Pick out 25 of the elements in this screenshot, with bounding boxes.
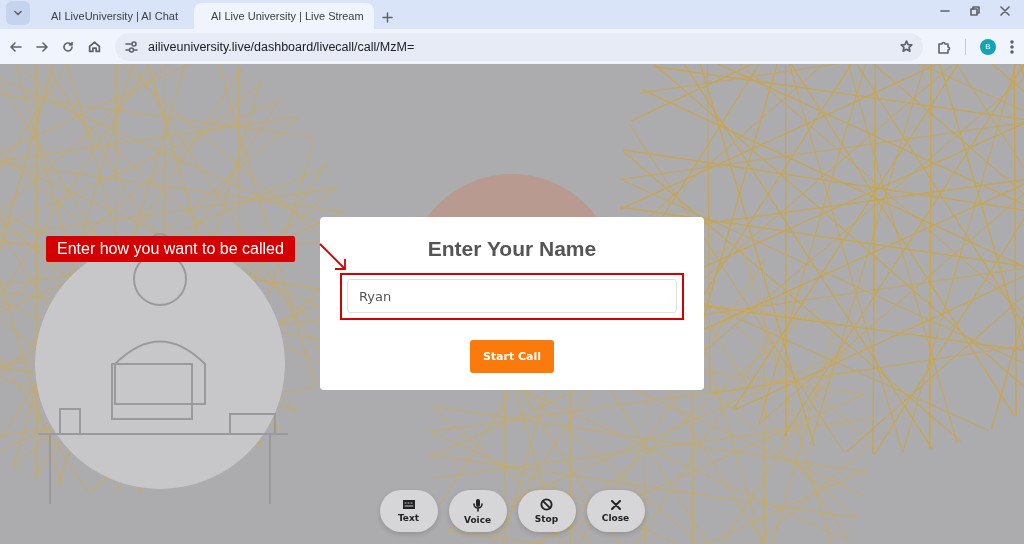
- caret-down-icon: [13, 8, 23, 18]
- close-icon: [610, 499, 621, 510]
- microphone-icon: [472, 497, 483, 512]
- forward-arrow-icon[interactable]: [36, 40, 48, 53]
- puzzle-icon[interactable]: [937, 39, 951, 54]
- restore-icon[interactable]: [970, 5, 980, 16]
- url-text: ailiveuniversity.live/dashboard/livecall/call/MzM=: [148, 39, 416, 54]
- home-icon[interactable]: [88, 40, 101, 53]
- back-arrow-icon[interactable]: [10, 40, 22, 53]
- close-icon[interactable]: [1000, 5, 1010, 16]
- annotation-label: Enter how you want to be called: [46, 236, 295, 262]
- annotation-arrow: [318, 242, 348, 272]
- address-bar[interactable]: ailiveuniversity.live/dashboard/livecall/call/MzM=: [115, 32, 923, 61]
- site-settings-icon[interactable]: [125, 40, 138, 53]
- more-menu-icon[interactable]: [1010, 39, 1014, 54]
- browser-tab[interactable]: AI LiveUniversity | AI Chat: [34, 3, 194, 29]
- stop-icon: [540, 498, 553, 511]
- star-icon[interactable]: [900, 40, 913, 53]
- name-field[interactable]: Ryan: [347, 279, 677, 313]
- reload-icon[interactable]: [62, 40, 74, 53]
- tab-search-button[interactable]: [6, 1, 30, 25]
- dialog-title: Enter Your Name: [427, 237, 597, 261]
- browser-tab[interactable]: AI Live University | Live Stream: [194, 3, 374, 29]
- plus-icon[interactable]: [382, 12, 393, 23]
- keyboard-icon: [401, 499, 416, 510]
